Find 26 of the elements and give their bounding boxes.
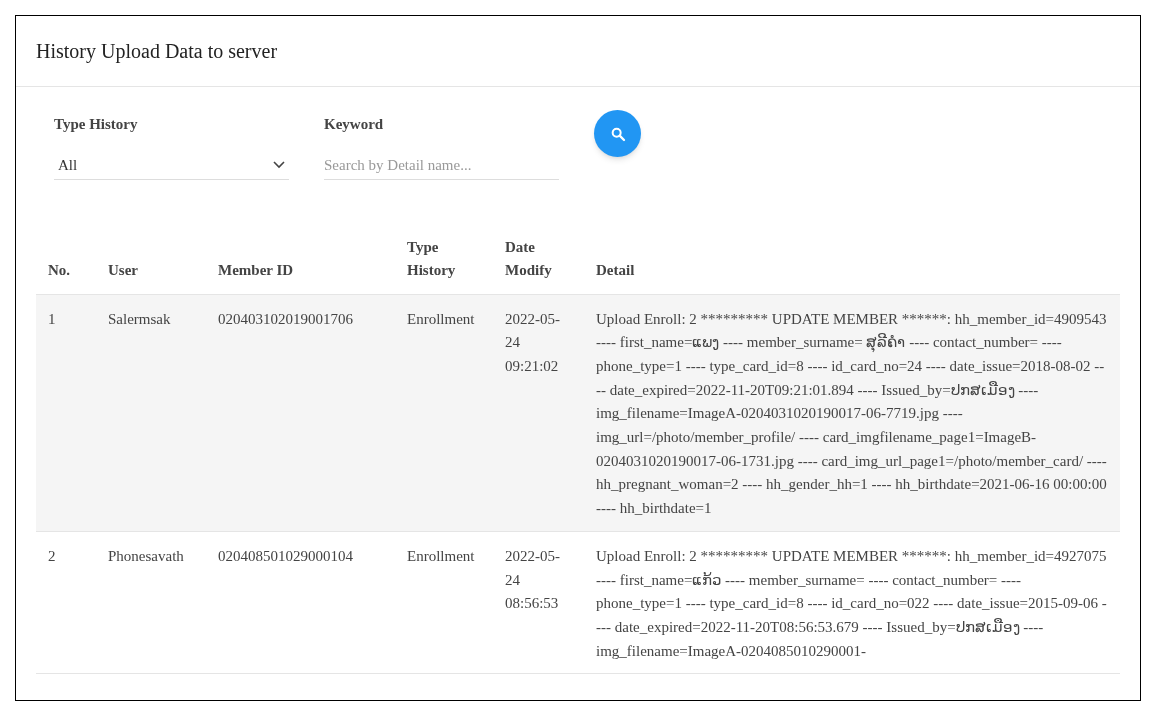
search-icon (609, 125, 626, 142)
date-cell: 2022-05-24 08:56:53 (505, 547, 560, 612)
filter-label: Keyword (324, 115, 385, 134)
filter-label: Type History (54, 115, 139, 134)
type-cell: Enrollment (407, 547, 475, 564)
column-header: User (108, 261, 138, 278)
column-header: Type History (407, 238, 456, 278)
member-id-cell: 020403102019001706 (218, 310, 353, 327)
column-header: Member ID (218, 261, 294, 278)
page-title: History Upload Data to server (36, 39, 278, 65)
detail-cell: Upload Enroll: 2 ********* UPDATE MEMBER ******: hh_member_id=4927075 ---- first_name=ແກ້ວ ---- member_surname= ---- contact_number= ---- phone_type=1 ---- type_card_id=8 ---- id_card_no=022 ---- date_issue=2015-09-06 ---- date_expired=2022-11-20T08:56:53.679 ---- Issued_by=ປກສເມືອງ ---- img_filename=ImageA-0204085010290001- (596, 547, 1107, 659)
column-header: Detail (596, 261, 635, 278)
user-cell: Salermsak (108, 310, 171, 327)
chevron-down-icon (273, 161, 285, 169)
keyword-field[interactable]: Search by Detail name... (324, 151, 559, 180)
date-cell: 2022-05-24 09:21:02 (505, 310, 560, 374)
member-id-cell: 020408501029000104 (218, 547, 353, 564)
detail-cell: Upload Enroll: 2 ********* UPDATE MEMBER ******: hh_member_id=4909543 ---- first_name=ແພງ ---- member_surname= ສຸລີຄໍາ ---- contact_number= ---- phone_type=1 ---- type_card_id=8 ---- id_card_no=24 ---- date_issue=2018-08-02 ---- date_expired=2022-11-20T09:21:01.894 ---- Issued_by=ປກສເມືອງ ---- img_filename=ImageA-0204031020190017-06-7719.jpg ---- img_url=/photo/member_profile/ ---- card_imgfilename_page1=ImageB-0204031020190017-06-1731.jpg ---- card_img_url_page1=/photo/member_card/ ---- hh_pregnant_woman=2 ---- hh_gender_hh=1 ---- hh_birthdate=2021-06-16 00:00:00 ---- hh_birthdate=1 (596, 310, 1107, 517)
column-header: No. (48, 261, 71, 278)
type-cell: Enrollment (407, 310, 475, 327)
column-header: Date Modify (505, 238, 552, 278)
type-select[interactable]: All (54, 151, 289, 180)
row-number: 1 (48, 310, 56, 327)
row-number: 2 (48, 547, 56, 564)
search-button[interactable] (594, 110, 641, 157)
user-cell: Phonesavath (108, 547, 184, 564)
